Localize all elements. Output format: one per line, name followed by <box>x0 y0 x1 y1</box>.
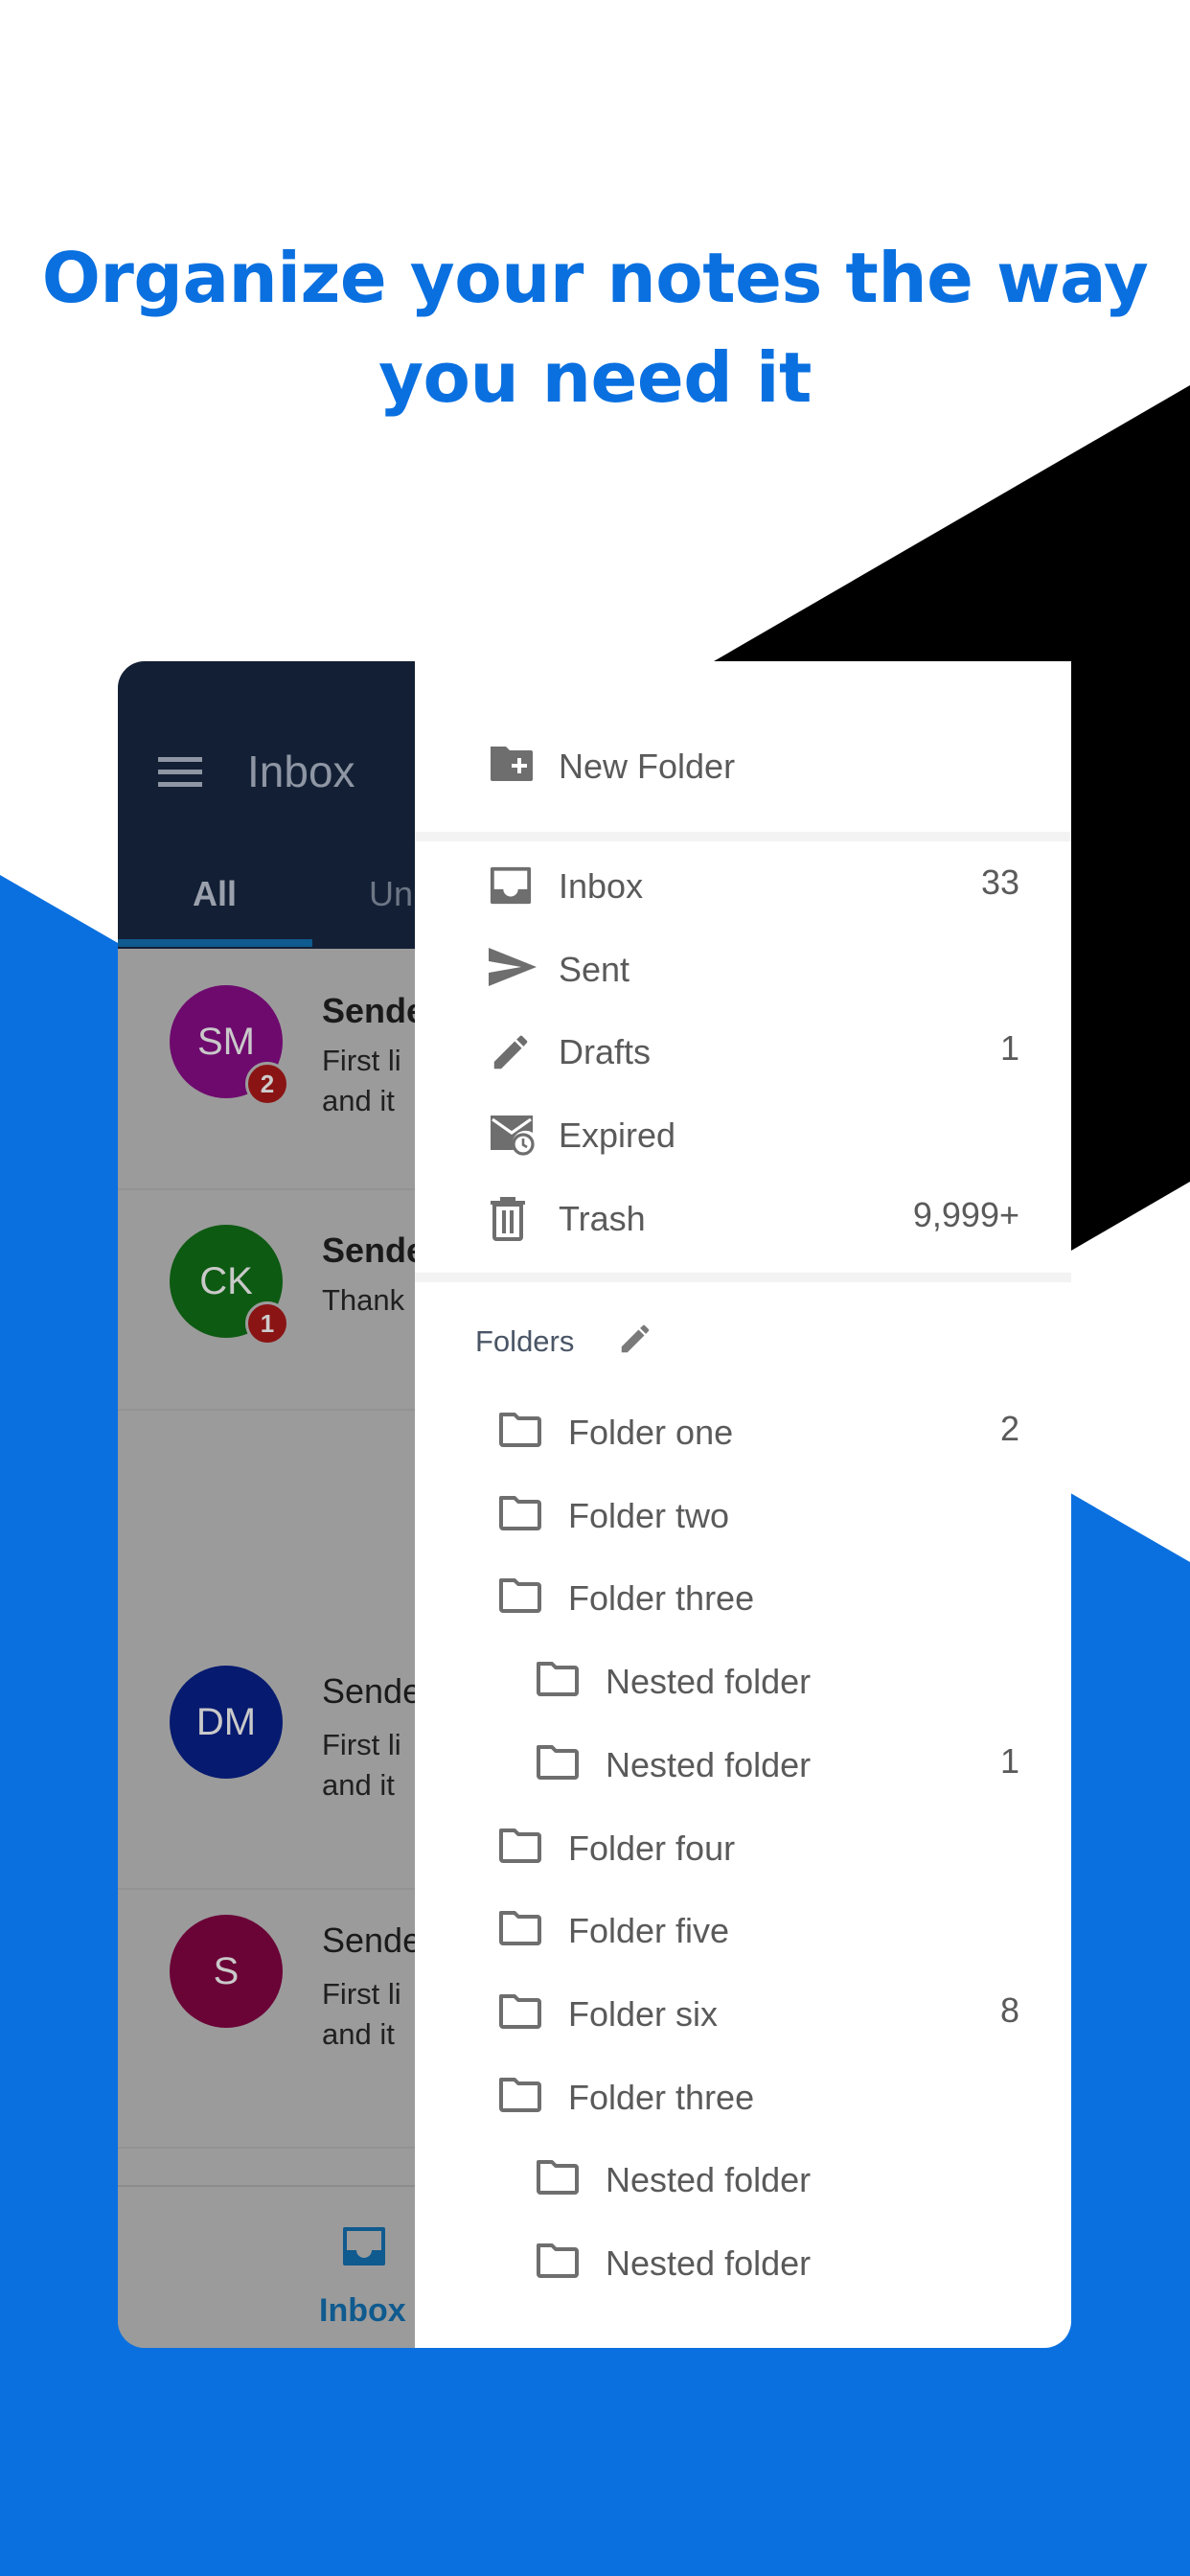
item-label: Inbox <box>559 866 644 906</box>
message-preview: First li and it <box>322 1728 401 1802</box>
folder-icon <box>535 1743 581 1785</box>
nested-folder-item[interactable]: Nested folder 1 <box>415 1726 1071 1803</box>
message-item[interactable]: DM Sende First li and it <box>118 1629 417 1890</box>
unread-badge: 1 <box>245 1301 289 1346</box>
pencil-icon <box>489 1030 535 1072</box>
avatar: S <box>170 1915 283 2028</box>
folder-item[interactable]: Folder four <box>415 1809 1071 1886</box>
trash-icon <box>489 1196 535 1241</box>
drawer-item-inbox[interactable]: Inbox 33 <box>415 847 1071 924</box>
sender-name: Sende <box>322 991 417 1030</box>
item-count: 2 <box>999 1409 1019 1448</box>
edit-folders-icon[interactable] <box>617 1321 653 1357</box>
folder-icon <box>497 1576 543 1619</box>
folder-icon <box>497 1992 543 2035</box>
avatar: DM <box>170 1666 283 1779</box>
message-preview: First li and it <box>322 1977 401 2051</box>
folder-icon <box>497 2076 543 2118</box>
headline: Organize your notes the way you need it <box>0 228 1190 427</box>
folder-item[interactable]: Folder one 2 <box>415 1393 1071 1470</box>
drawer-item-trash[interactable]: Trash 9,999+ <box>415 1180 1071 1256</box>
tab-all[interactable]: All <box>193 874 237 914</box>
folder-item[interactable]: Folder three <box>415 2058 1071 2135</box>
folder-icon <box>497 1411 543 1453</box>
inbox-screen: Inbox All Un SM 2 Sende First li and it CK 1… <box>118 661 417 2348</box>
divider <box>415 832 1071 841</box>
drawer-item-sent[interactable]: Sent <box>415 931 1071 1007</box>
inbox-icon <box>489 864 535 907</box>
folder-item[interactable]: Folder six 8 <box>415 1975 1071 2052</box>
hamburger-icon[interactable] <box>158 757 202 787</box>
item-label: Drafts <box>559 1032 652 1072</box>
item-count: 9,999+ <box>912 1194 1019 1234</box>
tab-unread[interactable]: Un <box>369 874 413 914</box>
mail-clock-icon <box>489 1114 535 1156</box>
folder-icon <box>497 1494 543 1536</box>
app-header: Inbox All Un <box>118 661 417 949</box>
bottom-nav-inbox[interactable]: Inbox <box>319 2292 406 2330</box>
divider <box>415 1273 1071 1282</box>
nested-folder-item[interactable]: Nested folder <box>415 2141 1071 2218</box>
folders-heading-label: Folders <box>475 1324 575 1358</box>
item-label: Folder six <box>568 1993 719 2034</box>
nested-folder-item[interactable]: Nested folder <box>415 2224 1071 2301</box>
folder-icon <box>497 1909 543 1951</box>
item-count: 1 <box>999 1028 1019 1069</box>
message-item[interactable]: CK 1 Sende Thank <box>118 1188 417 1411</box>
item-label: Expired <box>559 1116 676 1156</box>
unread-badge: 2 <box>245 1062 289 1106</box>
folder-icon <box>497 1827 543 1869</box>
new-folder-button[interactable]: New Folder <box>415 727 1071 804</box>
item-label: Folder three <box>568 1578 755 1619</box>
send-icon <box>489 947 537 990</box>
navigation-drawer: New Folder Inbox 33 Sent Drafts 1 Expired Trash… <box>415 661 1071 2348</box>
sender-name: Sende <box>322 1920 417 1960</box>
item-count: 1 <box>999 1740 1019 1781</box>
folder-icon <box>535 2242 581 2284</box>
sender-name: Sende <box>322 1671 417 1711</box>
folder-item[interactable]: Folder five <box>415 1892 1071 1968</box>
folder-icon <box>535 2158 581 2200</box>
item-label: Nested folder <box>606 1744 812 1784</box>
headline-line-1: Organize your notes the way <box>41 238 1149 318</box>
nested-folder-item[interactable]: Nested folder <box>415 1643 1071 1719</box>
folder-item[interactable]: Folder two <box>415 1477 1071 1553</box>
inbox-icon[interactable] <box>341 2225 387 2267</box>
tab-indicator <box>118 939 312 947</box>
message-preview: Thank <box>322 1283 405 1317</box>
item-label: Trash <box>559 1198 646 1238</box>
sender-name: Sende <box>322 1230 417 1270</box>
folder-item[interactable]: Folder three <box>415 1559 1071 1636</box>
item-label: Folder four <box>568 1828 736 1868</box>
item-label: Folder one <box>568 1413 734 1452</box>
bottom-nav: Inbox <box>118 2185 417 2348</box>
message-item[interactable]: S Sende First li and it <box>118 1878 417 2149</box>
message-preview: First li and it <box>322 1044 401 1117</box>
item-count: 8 <box>999 1990 1019 2030</box>
folders-heading: Folders <box>475 1324 650 1359</box>
item-count: 33 <box>980 862 1019 902</box>
item-label: Sent <box>559 949 630 989</box>
item-label: Folder five <box>568 1911 730 1951</box>
item-label: Nested folder <box>606 2243 812 2283</box>
item-label: Folder three <box>568 2077 755 2117</box>
item-label: Nested folder <box>606 2160 812 2200</box>
drawer-item-expired[interactable]: Expired <box>415 1096 1071 1173</box>
screen-title: Inbox <box>247 747 355 796</box>
headline-line-2: you need it <box>378 337 812 418</box>
folder-plus-icon <box>489 745 535 787</box>
folder-icon <box>535 1660 581 1702</box>
drawer-item-drafts[interactable]: Drafts 1 <box>415 1013 1071 1090</box>
item-label: New Folder <box>559 747 736 786</box>
message-item[interactable]: SM 2 Sende First li and it <box>118 949 417 1190</box>
item-label: Nested folder <box>606 1662 812 1702</box>
item-label: Folder two <box>568 1495 730 1535</box>
